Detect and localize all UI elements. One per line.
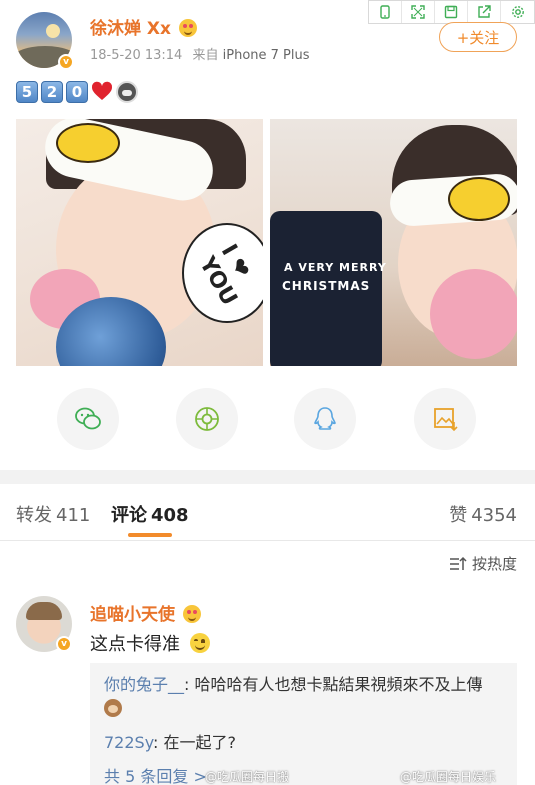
comment-username-text: 追喵小天使: [90, 605, 175, 625]
photo2-phone-text-2: CHRISTMAS: [282, 279, 371, 293]
wechat-icon[interactable]: [57, 388, 119, 450]
post-meta: 18-5-20 13:14 来自 iPhone 7 Plus: [90, 44, 310, 63]
photo2-pink-toy: [430, 269, 517, 359]
tab-comment[interactable]: 评论 408: [111, 501, 189, 527]
comment-text: 这点卡得准: [90, 630, 210, 656]
post-source-device: iPhone 7 Plus: [222, 48, 310, 63]
post-photo-2[interactable]: A VERY MERRY CHRISTMAS: [270, 119, 517, 366]
follow-button[interactable]: +关注: [439, 22, 517, 52]
sort-label: 按热度: [471, 555, 517, 573]
comment-heart-eyes-emoji-icon: [182, 605, 201, 623]
tab-comment-count: 408: [151, 505, 189, 526]
smile-emoji-icon: [189, 633, 210, 653]
save-image-icon[interactable]: [414, 388, 476, 450]
tab-like[interactable]: 赞 4354: [449, 501, 517, 527]
photo1-smiley-icon: [56, 123, 120, 163]
tabs-divider: [0, 540, 535, 541]
post-text: 5 2 0: [16, 79, 138, 105]
watermark: @吃瓜圈每日娱乐: [400, 770, 497, 784]
comment-username[interactable]: 追喵小天使: [90, 600, 201, 625]
watermark: @吃瓜圈每日搬: [205, 770, 290, 784]
reply-text: : 哈哈哈有人也想卡點結果視頻來不及上傳: [184, 675, 483, 694]
post-photo-1[interactable]: I ❤ YOU: [16, 119, 263, 366]
photo2-phone-text-1: A VERY MERRY: [284, 261, 387, 274]
keycap-2: 2: [41, 81, 63, 103]
reply-item: 你的兔子__: 哈哈哈有人也想卡點結果視頻來不及上傳: [104, 673, 503, 721]
red-heart-icon: [91, 81, 113, 103]
active-tab-indicator: [128, 533, 172, 537]
interaction-tabs: 转发 411 评论 408 赞 4354: [0, 497, 535, 537]
tab-repost[interactable]: 转发 411: [16, 501, 90, 527]
monkey-emoji-icon: [104, 699, 122, 717]
sort-icon: [449, 556, 467, 570]
post-header: v 徐沐婵 Xx 18-5-20 13:14 来自 iPhone 7 Plus …: [16, 12, 519, 70]
qq-icon[interactable]: [294, 388, 356, 450]
avatar-sun: [46, 24, 60, 38]
post-timestamp: 18-5-20 13:14: [90, 48, 183, 63]
post-source-prefix: 来自: [192, 48, 219, 63]
comment-avatar-hair: [26, 602, 62, 620]
verified-badge-icon: v: [58, 54, 74, 70]
comment-verified-badge-icon: v: [56, 636, 72, 652]
share-row: [0, 388, 535, 452]
section-divider: [0, 470, 535, 484]
comment-text-body: 这点卡得准: [90, 634, 180, 655]
comment-replies[interactable]: 你的兔子__: 哈哈哈有人也想卡點結果視頻來不及上傳 722Sy: 在一起了? …: [90, 663, 517, 785]
reply-text: : 在一起了?: [153, 733, 236, 752]
tab-like-count: 4354: [471, 505, 517, 526]
tab-repost-label: 转发: [16, 505, 52, 526]
keycap-0: 0: [66, 81, 88, 103]
moments-icon[interactable]: [176, 388, 238, 450]
heart-eyes-emoji-icon: [178, 19, 197, 37]
reply-username[interactable]: 你的兔子__: [104, 675, 184, 694]
photo2-smiley-icon: [448, 177, 510, 221]
post-username-text: 徐沐婵 Xx: [90, 19, 171, 39]
tab-like-label: 赞: [449, 505, 468, 526]
tab-comment-label: 评论: [111, 505, 147, 526]
keycap-5: 5: [16, 81, 38, 103]
tab-repost-count: 411: [56, 505, 91, 526]
sort-by-hot-button[interactable]: 按热度: [449, 553, 517, 574]
post-username[interactable]: 徐沐婵 Xx: [90, 14, 197, 39]
reply-item: 722Sy: 在一起了?: [104, 731, 503, 755]
monkey-emoji-icon: [116, 81, 138, 103]
reply-username[interactable]: 722Sy: [104, 733, 153, 752]
